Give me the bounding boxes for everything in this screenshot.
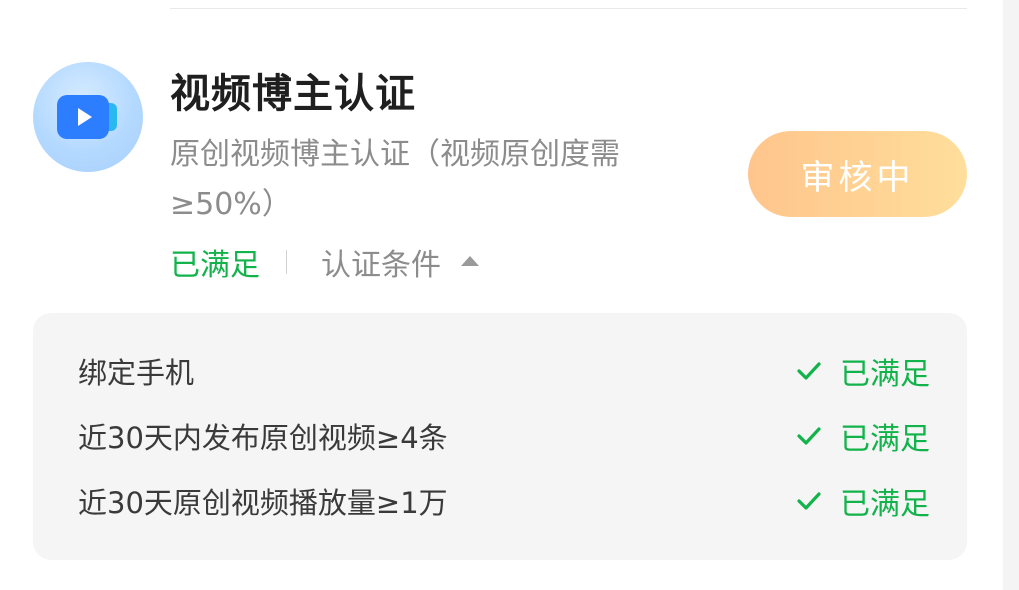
cert-status-row: 已满足 认证条件 xyxy=(170,238,479,286)
condition-status: 已满足 xyxy=(796,479,930,523)
video-camera-icon xyxy=(57,95,117,139)
condition-row-play-count: 近30天原创视频播放量≥1万 已满足 xyxy=(78,476,930,526)
cert-description: 原创视频博主认证（视频原创度需≥50%） xyxy=(170,137,620,222)
status-separator xyxy=(286,250,287,274)
condition-status: 已满足 xyxy=(796,414,930,458)
conditions-toggle[interactable]: 认证条件 xyxy=(321,240,479,284)
check-icon xyxy=(797,362,821,380)
condition-status-text: 已满足 xyxy=(840,422,930,457)
condition-row-bind-phone: 绑定手机 已满足 xyxy=(78,346,930,396)
condition-label: 绑定手机 xyxy=(78,356,195,390)
condition-label: 近30天原创视频播放量≥1万 xyxy=(78,486,448,520)
check-icon xyxy=(797,427,821,445)
check-icon xyxy=(797,492,821,510)
caret-up-icon xyxy=(461,256,479,266)
under-review-button[interactable]: 审核中 xyxy=(748,131,967,217)
condition-row-publish-videos: 近30天内发布原创视频≥4条 已满足 xyxy=(78,411,930,461)
conditions-panel: 绑定手机 已满足 近30天内发布原创视频≥4条 已满足 近30天原创视频播放量≥… xyxy=(33,313,967,560)
cert-title: 视频博主认证 xyxy=(170,71,416,117)
condition-status-text: 已满足 xyxy=(840,487,930,522)
scrollbar-track[interactable] xyxy=(1003,0,1019,590)
divider xyxy=(170,8,967,9)
condition-status-text: 已满足 xyxy=(840,357,930,392)
cert-avatar xyxy=(33,62,143,172)
condition-label: 近30天内发布原创视频≥4条 xyxy=(78,421,448,455)
condition-status: 已满足 xyxy=(796,349,930,393)
cert-met-status: 已满足 xyxy=(170,248,260,283)
conditions-toggle-label: 认证条件 xyxy=(321,248,441,283)
